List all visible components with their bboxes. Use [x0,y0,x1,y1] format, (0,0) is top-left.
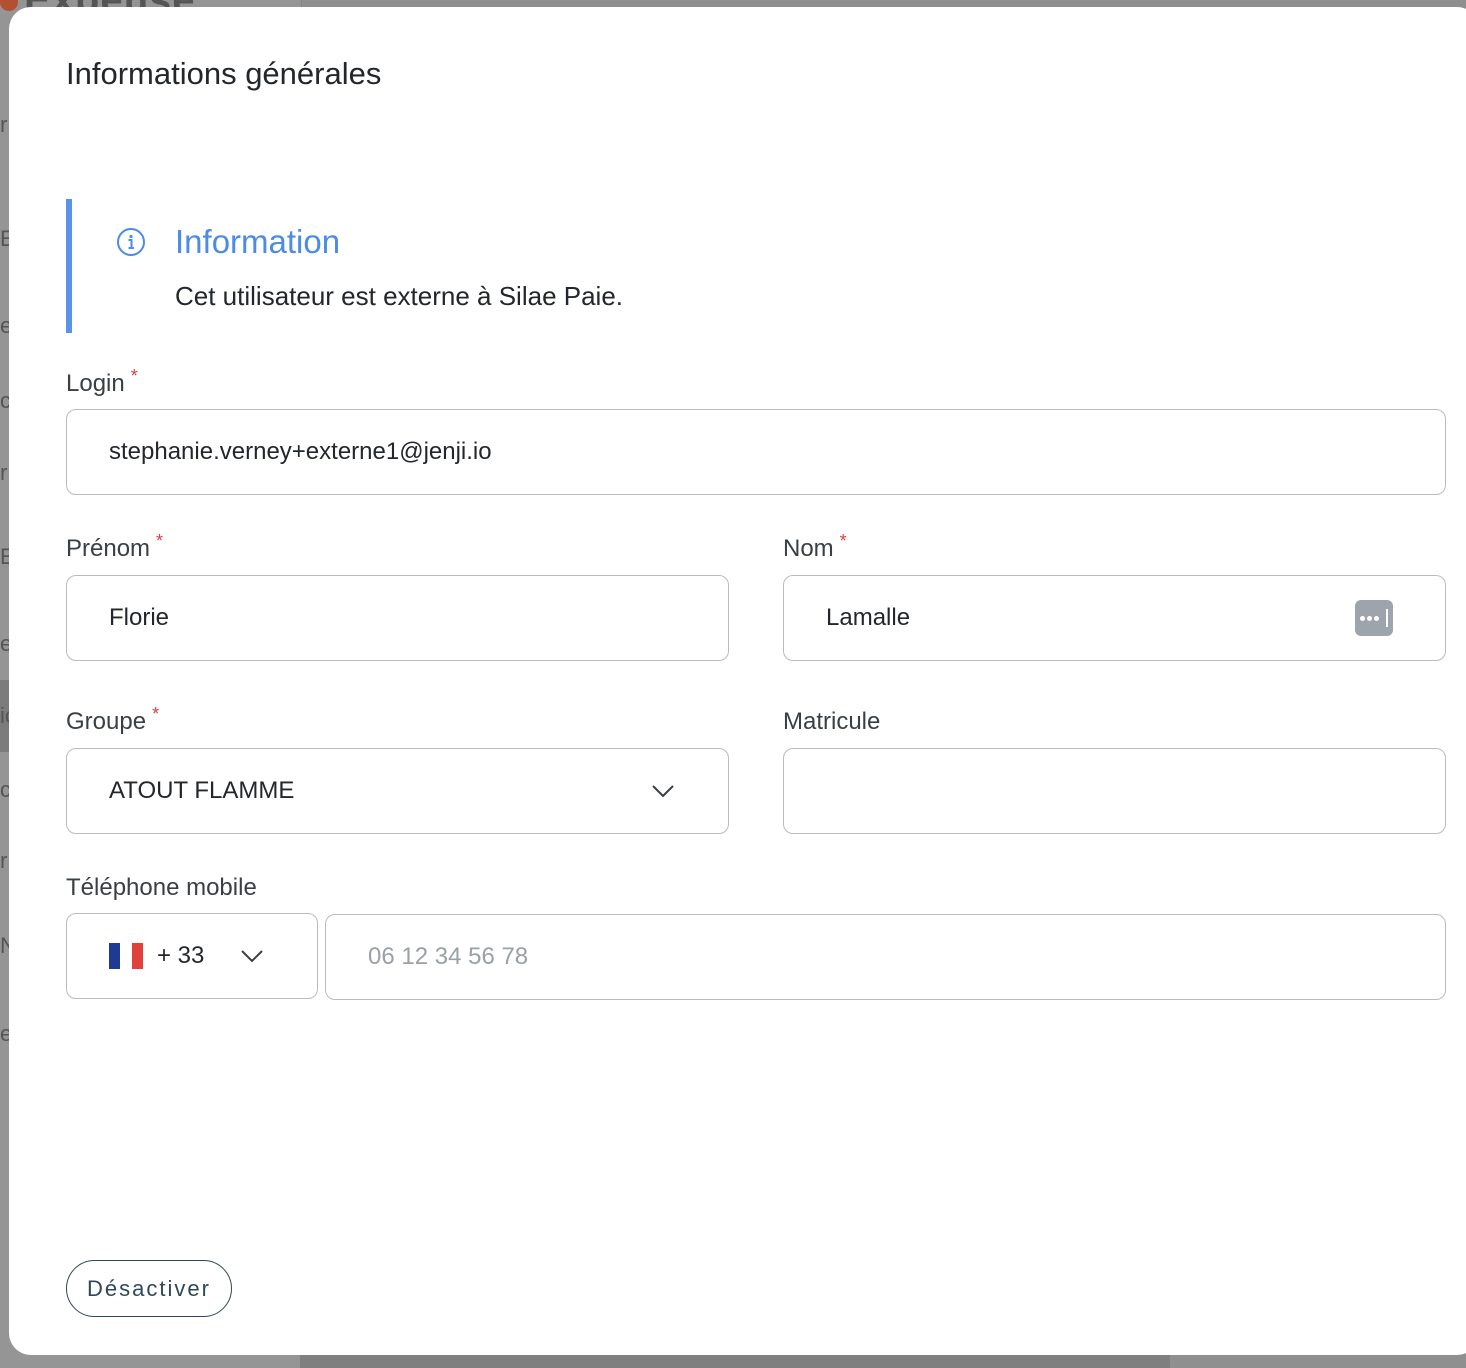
nom-value: Lamalle [826,604,911,631]
nom-input[interactable]: Lamalle [783,575,1446,661]
brand-logo-icon [0,0,18,12]
groupe-label: Groupe * [66,704,160,735]
info-circle-icon [117,228,145,256]
password-manager-icon[interactable] [1355,600,1393,636]
modal-title: Informations générales [66,56,382,91]
nom-label: Nom * [783,531,847,562]
matricule-input[interactable] [783,748,1446,834]
france-flag-icon [109,943,143,969]
background-nav-fragment: r [0,112,8,137]
prenom-input[interactable]: Florie [66,575,729,661]
login-value: stephanie.verney+externe1@jenji.io [109,438,492,465]
required-mark: * [156,531,164,551]
required-mark: * [152,704,160,724]
groupe-value: ATOUT FLAMME [109,777,295,804]
groupe-select[interactable]: ATOUT FLAMME [66,748,729,834]
chevron-down-icon [652,785,674,798]
country-code-value: + 33 [157,942,205,969]
phone-placeholder: 06 12 34 56 78 [368,943,529,970]
background-nav-fragment: r [0,460,8,485]
info-callout: Information Cet utilisateur est externe … [66,199,766,333]
chevron-down-icon [241,950,263,963]
phone-number-input[interactable]: 06 12 34 56 78 [325,914,1446,1000]
user-edit-modal: Informations générales Information Cet u… [9,7,1466,1355]
deactivate-button[interactable]: Désactiver [66,1260,232,1317]
prenom-label: Prénom * [66,531,164,562]
country-code-select[interactable]: + 33 [66,913,318,999]
login-label: Login * [66,366,138,397]
info-title: Information [175,223,341,260]
required-mark: * [130,366,138,386]
info-text: Cet utilisateur est externe à Silae Paie… [175,281,624,311]
login-input[interactable]: stephanie.verney+externe1@jenji.io [66,409,1446,495]
telephone-label: Téléphone mobile [66,874,257,901]
prenom-value: Florie [109,604,170,631]
background-nav-fragment: r [0,848,8,873]
matricule-label: Matricule [783,708,881,735]
required-mark: * [839,531,847,551]
